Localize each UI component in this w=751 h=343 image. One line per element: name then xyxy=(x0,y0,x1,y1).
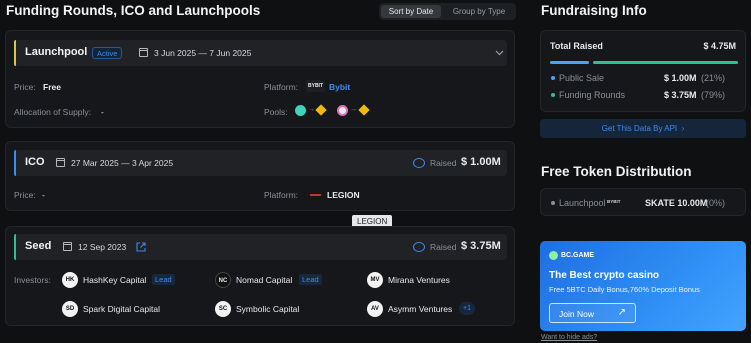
funding-rounds-dot xyxy=(551,93,555,97)
bnb-icon xyxy=(358,104,370,116)
total-raised-label: Total Raised xyxy=(550,41,603,51)
pools-label: Pools: xyxy=(264,107,288,117)
bcgame-logo-icon xyxy=(549,251,558,260)
seed-header[interactable]: Seed 12 Sep 2023 Raised $ 3.75M xyxy=(14,234,507,260)
accent-bar xyxy=(14,150,16,176)
row-pct: (0%) xyxy=(706,198,726,208)
row-label: Public Sale xyxy=(559,73,605,83)
investor-logo-icon: SD xyxy=(62,301,78,317)
distribution-card: Launchpool BYBIT SKATE 10.00M (0%) xyxy=(540,188,746,216)
sort-toggle: Sort by Date Group by Type xyxy=(379,3,516,20)
hide-ads-link[interactable]: Want to hide ads? xyxy=(541,334,597,341)
platform-value[interactable]: LEGION xyxy=(327,190,360,200)
raised-value: $ 3.75M xyxy=(461,240,501,252)
arrow-up-right-icon: ↗ xyxy=(617,307,626,318)
allocation-label: Allocation of Supply: xyxy=(14,107,92,117)
bybit-logo-icon: BYBIT xyxy=(607,199,621,204)
group-by-type-button[interactable]: Group by Type xyxy=(444,5,514,18)
ad-brand: BC.GAME xyxy=(561,252,595,259)
row-dot xyxy=(551,201,555,205)
seed-card: Seed 12 Sep 2023 Raised $ 3.75M Investor… xyxy=(5,226,515,326)
calendar-icon xyxy=(56,158,65,167)
round-dates: 12 Sep 2023 xyxy=(78,242,127,252)
lead-badge: Lead xyxy=(152,274,175,285)
lead-badge: Lead xyxy=(299,274,322,285)
row-value: SKATE 10.00M xyxy=(645,198,708,208)
public-sale-dot xyxy=(551,76,555,80)
investor-name[interactable]: Spark Digital Capital xyxy=(83,304,160,314)
investor-name[interactable]: Asymm Ventures xyxy=(388,304,452,314)
pool-token-icon xyxy=(295,105,306,116)
raised-value: $ 1.00M xyxy=(461,156,501,168)
platform-label: Platform: xyxy=(264,82,299,92)
external-link-icon[interactable] xyxy=(136,242,146,252)
join-now-label: Join Now xyxy=(559,309,594,319)
accent-bar xyxy=(14,234,16,260)
fundraising-title: Fundraising Info xyxy=(541,3,647,18)
raised-label: Raised xyxy=(430,242,457,252)
investor-logo-icon: SC xyxy=(215,301,231,317)
investor-name[interactable]: Symbolic Capital xyxy=(236,304,299,314)
chevron-down-icon[interactable] xyxy=(495,49,504,57)
platform-label: Platform: xyxy=(264,190,299,200)
legion-logo-icon xyxy=(310,194,321,196)
pool-token-icon xyxy=(337,105,348,116)
calendar-icon xyxy=(63,242,72,251)
price-value: Free xyxy=(43,82,61,92)
fundraising-card: Total Raised $ 4.75M Public Sale $ 1.00M… xyxy=(540,30,746,112)
row-pct: (79%) xyxy=(701,90,726,100)
row-label: Launchpool xyxy=(559,198,606,208)
row-value: $ 3.75M xyxy=(664,90,697,100)
ad-headline: The Best crypto casino xyxy=(549,270,660,281)
accent-bar xyxy=(14,40,16,66)
launchpool-header[interactable]: Launchpool Active 3 Jun 2025 — 7 Jun 202… xyxy=(14,40,507,66)
calendar-icon xyxy=(139,48,148,57)
total-raised-value: $ 4.75M xyxy=(703,41,736,51)
price-label: Price: xyxy=(14,190,36,200)
arrow-icon: → xyxy=(350,106,357,113)
api-link-button[interactable]: Get This Data By API › xyxy=(540,119,746,138)
bnb-icon xyxy=(315,104,327,116)
round-name: Launchpool xyxy=(25,46,88,58)
coins-icon xyxy=(413,242,425,252)
join-now-button[interactable]: Join Now ↗ xyxy=(549,303,636,323)
price-label: Price: xyxy=(14,82,36,92)
round-name: Seed xyxy=(25,240,52,252)
ico-header[interactable]: ICO 27 Mar 2025 — 3 Apr 2025 Raised $ 1.… xyxy=(14,150,507,176)
investors-label: Investors: xyxy=(14,275,51,285)
round-name: ICO xyxy=(25,156,45,168)
coins-icon xyxy=(413,158,425,168)
investor-logo-icon: AV xyxy=(367,301,383,317)
price-value: - xyxy=(42,190,45,200)
investor-name[interactable]: Mirana Ventures xyxy=(388,275,450,285)
investor-logo-icon: MV xyxy=(367,272,383,288)
section-title: Funding Rounds, ICO and Launchpools xyxy=(6,3,261,18)
launchpool-card: Launchpool Active 3 Jun 2025 — 7 Jun 202… xyxy=(5,30,515,128)
chevron-right-icon: › xyxy=(679,124,685,133)
ico-card: ICO 27 Mar 2025 — 3 Apr 2025 Raised $ 1.… xyxy=(5,141,515,211)
more-investors-badge[interactable]: +1 xyxy=(459,302,475,315)
investor-logo-icon: HK xyxy=(62,272,78,288)
funding-rounds-segment xyxy=(593,61,738,64)
row-value: $ 1.00M xyxy=(664,73,697,83)
raised-label: Raised xyxy=(430,158,457,168)
investor-logo-icon: NC xyxy=(215,272,231,288)
row-label: Funding Rounds xyxy=(559,90,626,100)
api-link-label: Get This Data By API xyxy=(601,124,678,133)
ad-subtext: Free 5BTC Daily Bonus,760% Deposit Bonus xyxy=(549,285,700,294)
share-bar xyxy=(550,61,738,64)
investor-name[interactable]: Nomad Capital xyxy=(236,275,292,285)
bybit-logo-icon: BYBIT xyxy=(306,80,325,92)
ad-banner[interactable]: BC.GAME The Best crypto casino Free 5BTC… xyxy=(540,241,746,331)
public-sale-segment xyxy=(550,61,589,64)
investor-name[interactable]: HashKey Capital xyxy=(83,275,146,285)
round-dates: 3 Jun 2025 — 7 Jun 2025 xyxy=(154,48,252,58)
round-dates: 27 Mar 2025 — 3 Apr 2025 xyxy=(71,158,174,168)
allocation-value: - xyxy=(101,107,104,117)
status-badge: Active xyxy=(92,47,123,59)
platform-link[interactable]: Bybit xyxy=(329,82,350,92)
distribution-title: Free Token Distribution xyxy=(541,164,692,179)
row-pct: (21%) xyxy=(701,73,726,83)
sort-by-date-button[interactable]: Sort by Date xyxy=(381,5,441,18)
